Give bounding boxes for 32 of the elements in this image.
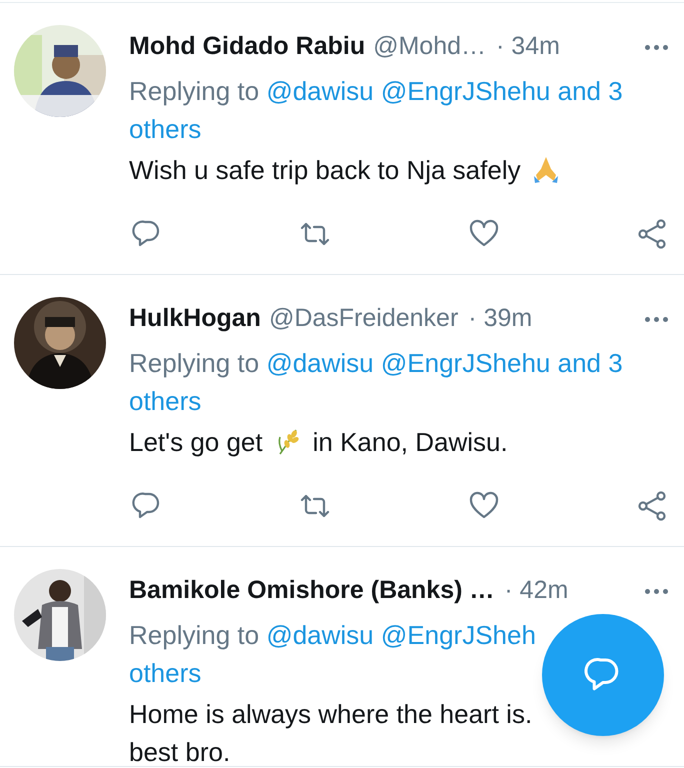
reply-label: Replying to: [129, 348, 260, 378]
timestamp: · 39m: [468, 303, 532, 334]
more-icon[interactable]: [645, 44, 668, 50]
share-icon[interactable]: [636, 490, 668, 522]
mention-link[interactable]: and 3: [558, 348, 623, 378]
more-icon[interactable]: [645, 588, 668, 594]
tweet-text: best bro.: [129, 736, 230, 768]
mention-link[interactable]: @dawisu: [266, 76, 374, 106]
mention-link[interactable]: @dawisu: [266, 620, 374, 650]
mention-link[interactable]: @dawisu: [266, 348, 374, 378]
user-name[interactable]: Mohd Gidado Rabiu: [129, 28, 366, 66]
mention-link[interactable]: and 3: [558, 76, 623, 106]
more-icon[interactable]: [645, 316, 668, 322]
timestamp: · 42m: [504, 575, 568, 606]
user-handle: @Mohd…: [373, 31, 486, 62]
tweet-text: in Kano, Dawisu.: [312, 426, 508, 459]
mention-link[interactable]: others: [129, 386, 202, 416]
mention-link[interactable]: @EngrJShehu: [380, 76, 550, 106]
reply-label: Replying to: [129, 620, 260, 650]
mention-link[interactable]: others: [129, 658, 202, 688]
mention-link[interactable]: others: [129, 114, 202, 144]
share-icon[interactable]: [636, 218, 668, 250]
reply-label: Replying to: [129, 76, 260, 106]
mention-link[interactable]: @EngrJShehu: [380, 348, 550, 378]
user-name[interactable]: Bamikole Omishore (Banks) …: [129, 572, 494, 610]
tweet-text: Home is always where the heart is.: [129, 698, 532, 731]
user-name[interactable]: HulkHogan: [129, 300, 261, 338]
tweet-text: Wish u safe trip back to Nja safely: [129, 154, 521, 187]
user-handle: @DasFreidenker: [268, 303, 458, 334]
mention-link[interactable]: @EngrJSheh: [380, 620, 536, 650]
tweet-text: Let's go get: [129, 426, 263, 459]
timestamp: · 34m: [496, 31, 560, 62]
